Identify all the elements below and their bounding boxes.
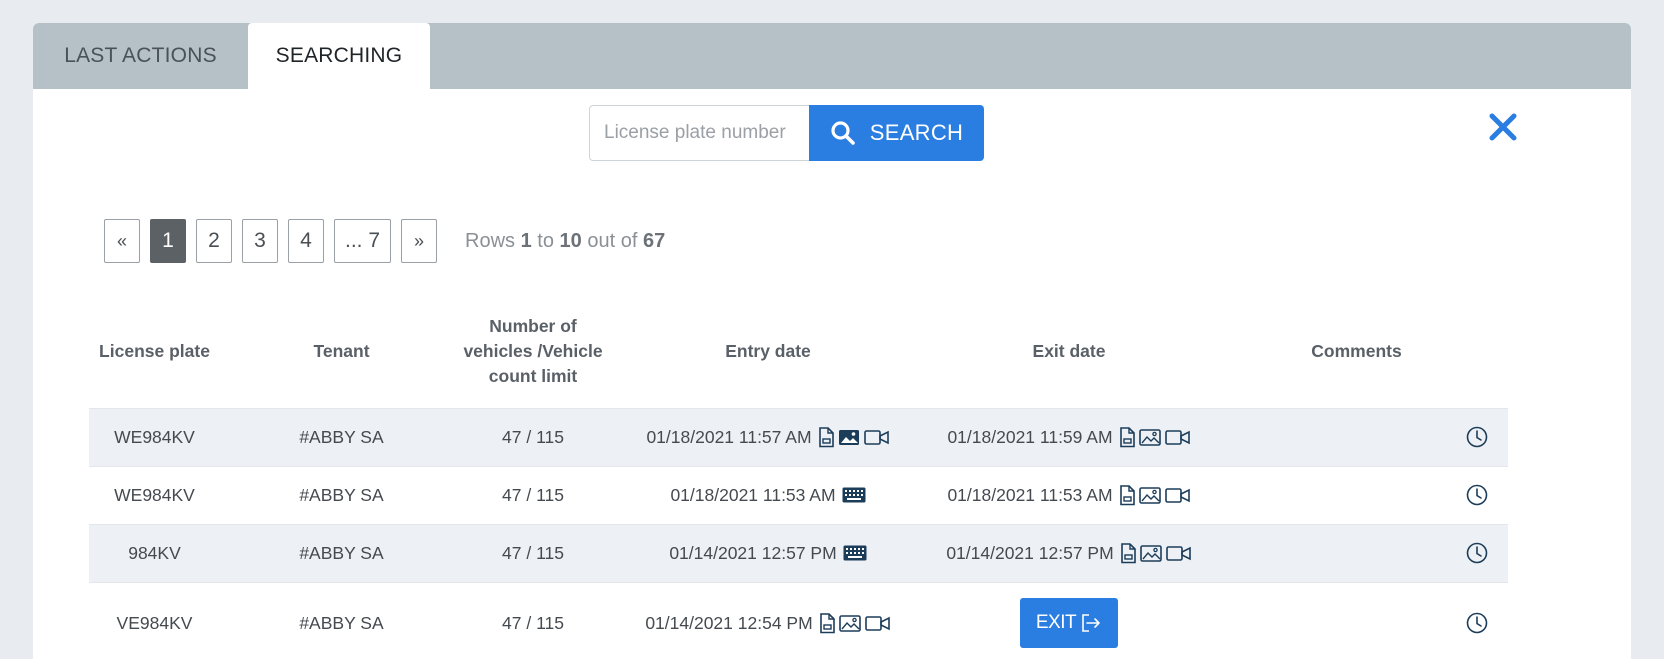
cell-entry: 01/18/2021 11:53 AM — [603, 465, 933, 524]
search-button-label: SEARCH — [869, 120, 964, 145]
image-icon[interactable] — [1138, 428, 1161, 446]
cell-exit: EXIT — [933, 581, 1205, 659]
exit-button[interactable]: EXIT — [1020, 598, 1118, 649]
table-header: License plate Tenant Number of vehicles … — [89, 295, 1508, 408]
column-header-comments[interactable]: Comments — [1205, 295, 1508, 408]
rows-to-label: to — [537, 229, 554, 252]
document-icon[interactable] — [819, 612, 835, 634]
cell-tenant: #ABBY SA — [220, 465, 463, 524]
cell-plate: VE984KV — [89, 581, 220, 659]
cell-comments — [1205, 581, 1508, 659]
entry-date: 01/18/2021 11:53 AM — [670, 484, 836, 505]
rows-out-of-label: out of — [587, 229, 638, 252]
rows-to: 10 — [559, 229, 582, 252]
column-header-exit-date[interactable]: Exit date — [933, 295, 1205, 408]
pagination-next[interactable]: » — [401, 219, 438, 263]
video-icon[interactable] — [863, 429, 890, 446]
column-header-vehicle-count[interactable]: Number of vehicles /Vehicle count limit — [463, 295, 603, 408]
cell-entry: 01/14/2021 12:54 PM — [603, 581, 933, 659]
exit-date: 01/14/2021 12:57 PM — [946, 542, 1114, 563]
pagination-page[interactable]: 4 — [288, 219, 324, 263]
keyboard-icon[interactable] — [843, 545, 867, 561]
pagination-prev[interactable]: « — [104, 219, 140, 263]
column-header-license-plate[interactable]: License plate — [89, 295, 220, 408]
tab-searching[interactable]: SEARCHING — [248, 23, 430, 89]
cell-comments — [1205, 465, 1508, 524]
exit-date: 01/18/2021 11:53 AM — [947, 484, 1113, 505]
clock-icon[interactable] — [1466, 484, 1488, 506]
rows-from: 1 — [520, 229, 532, 252]
video-icon[interactable] — [1164, 429, 1191, 446]
video-icon[interactable] — [864, 615, 891, 632]
pagination-page[interactable]: ... 7 — [334, 219, 392, 263]
entry-date: 01/14/2021 12:57 PM — [669, 542, 837, 563]
keyboard-icon[interactable] — [842, 487, 866, 503]
pagination-page[interactable]: 2 — [196, 219, 232, 263]
cell-count: 47 / 115 — [463, 523, 603, 582]
pagination-page[interactable]: 3 — [242, 219, 278, 263]
pagination: « 1 2 3 4 ... 7 » Rows 1 to 10 out of 67 — [104, 219, 665, 263]
column-header-entry-date[interactable]: Entry date — [603, 295, 933, 408]
search-icon — [831, 121, 855, 145]
table-row[interactable]: WE984KV #ABBY SA 47 / 115 01/18/2021 11:… — [89, 465, 1508, 524]
cell-comments — [1205, 523, 1508, 582]
image-icon[interactable] — [1139, 544, 1162, 562]
cell-plate: WE984KV — [89, 407, 220, 466]
image-icon[interactable] — [838, 614, 861, 632]
search-bar: SEARCH — [589, 105, 984, 161]
entry-date: 01/18/2021 11:57 AM — [646, 426, 812, 447]
cell-plate: 984KV — [89, 523, 220, 582]
rows-total: 67 — [642, 229, 666, 252]
cell-exit: 01/18/2021 11:59 AM — [933, 407, 1205, 466]
document-icon[interactable] — [1120, 542, 1136, 564]
license-plate-input[interactable] — [589, 105, 809, 161]
tab-last-actions[interactable]: LAST ACTIONS — [33, 23, 248, 89]
cell-count: 47 / 115 — [463, 407, 603, 466]
rows-info: Rows 1 to 10 out of 67 — [465, 230, 665, 253]
close-icon[interactable] — [1488, 112, 1518, 142]
results-table: License plate Tenant Number of vehicles … — [89, 295, 1508, 659]
image-icon[interactable] — [838, 429, 860, 446]
table-row[interactable]: 984KV #ABBY SA 47 / 115 01/14/2021 12:57… — [89, 523, 1508, 582]
cell-tenant: #ABBY SA — [220, 581, 463, 659]
rows-label: Rows — [465, 229, 516, 252]
clock-icon[interactable] — [1466, 612, 1488, 634]
document-icon[interactable] — [1119, 484, 1135, 506]
clock-icon[interactable] — [1466, 426, 1488, 448]
video-icon[interactable] — [1165, 545, 1192, 562]
document-icon[interactable] — [818, 426, 834, 448]
cell-entry: 01/18/2021 11:57 AM — [603, 407, 933, 466]
column-header-tenant[interactable]: Tenant — [220, 295, 463, 408]
video-icon[interactable] — [1164, 487, 1191, 504]
table-row[interactable]: VE984KV #ABBY SA 47 / 115 01/14/2021 12:… — [89, 581, 1508, 659]
sign-out-icon — [1082, 614, 1100, 633]
cell-exit: 01/14/2021 12:57 PM — [933, 523, 1205, 582]
clock-icon[interactable] — [1466, 542, 1488, 564]
cell-count: 47 / 115 — [463, 581, 603, 659]
cell-tenant: #ABBY SA — [220, 523, 463, 582]
document-icon[interactable] — [1119, 426, 1135, 448]
image-icon[interactable] — [1138, 486, 1161, 504]
cell-comments — [1205, 407, 1508, 466]
cell-plate: WE984KV — [89, 465, 220, 524]
entry-date: 01/14/2021 12:54 PM — [645, 612, 813, 633]
search-button[interactable]: SEARCH — [809, 105, 984, 161]
exit-button-label: EXIT — [1035, 612, 1077, 634]
exit-date: 01/18/2021 11:59 AM — [947, 426, 1113, 447]
cell-entry: 01/14/2021 12:57 PM — [603, 523, 933, 582]
pagination-page[interactable]: 1 — [150, 219, 186, 263]
cell-exit: 01/18/2021 11:53 AM — [933, 465, 1205, 524]
cell-tenant: #ABBY SA — [220, 407, 463, 466]
tab-bar: LAST ACTIONS SEARCHING — [33, 23, 1631, 89]
cell-count: 47 / 115 — [463, 465, 603, 524]
table-row[interactable]: WE984KV #ABBY SA 47 / 115 01/18/2021 11:… — [89, 407, 1508, 466]
